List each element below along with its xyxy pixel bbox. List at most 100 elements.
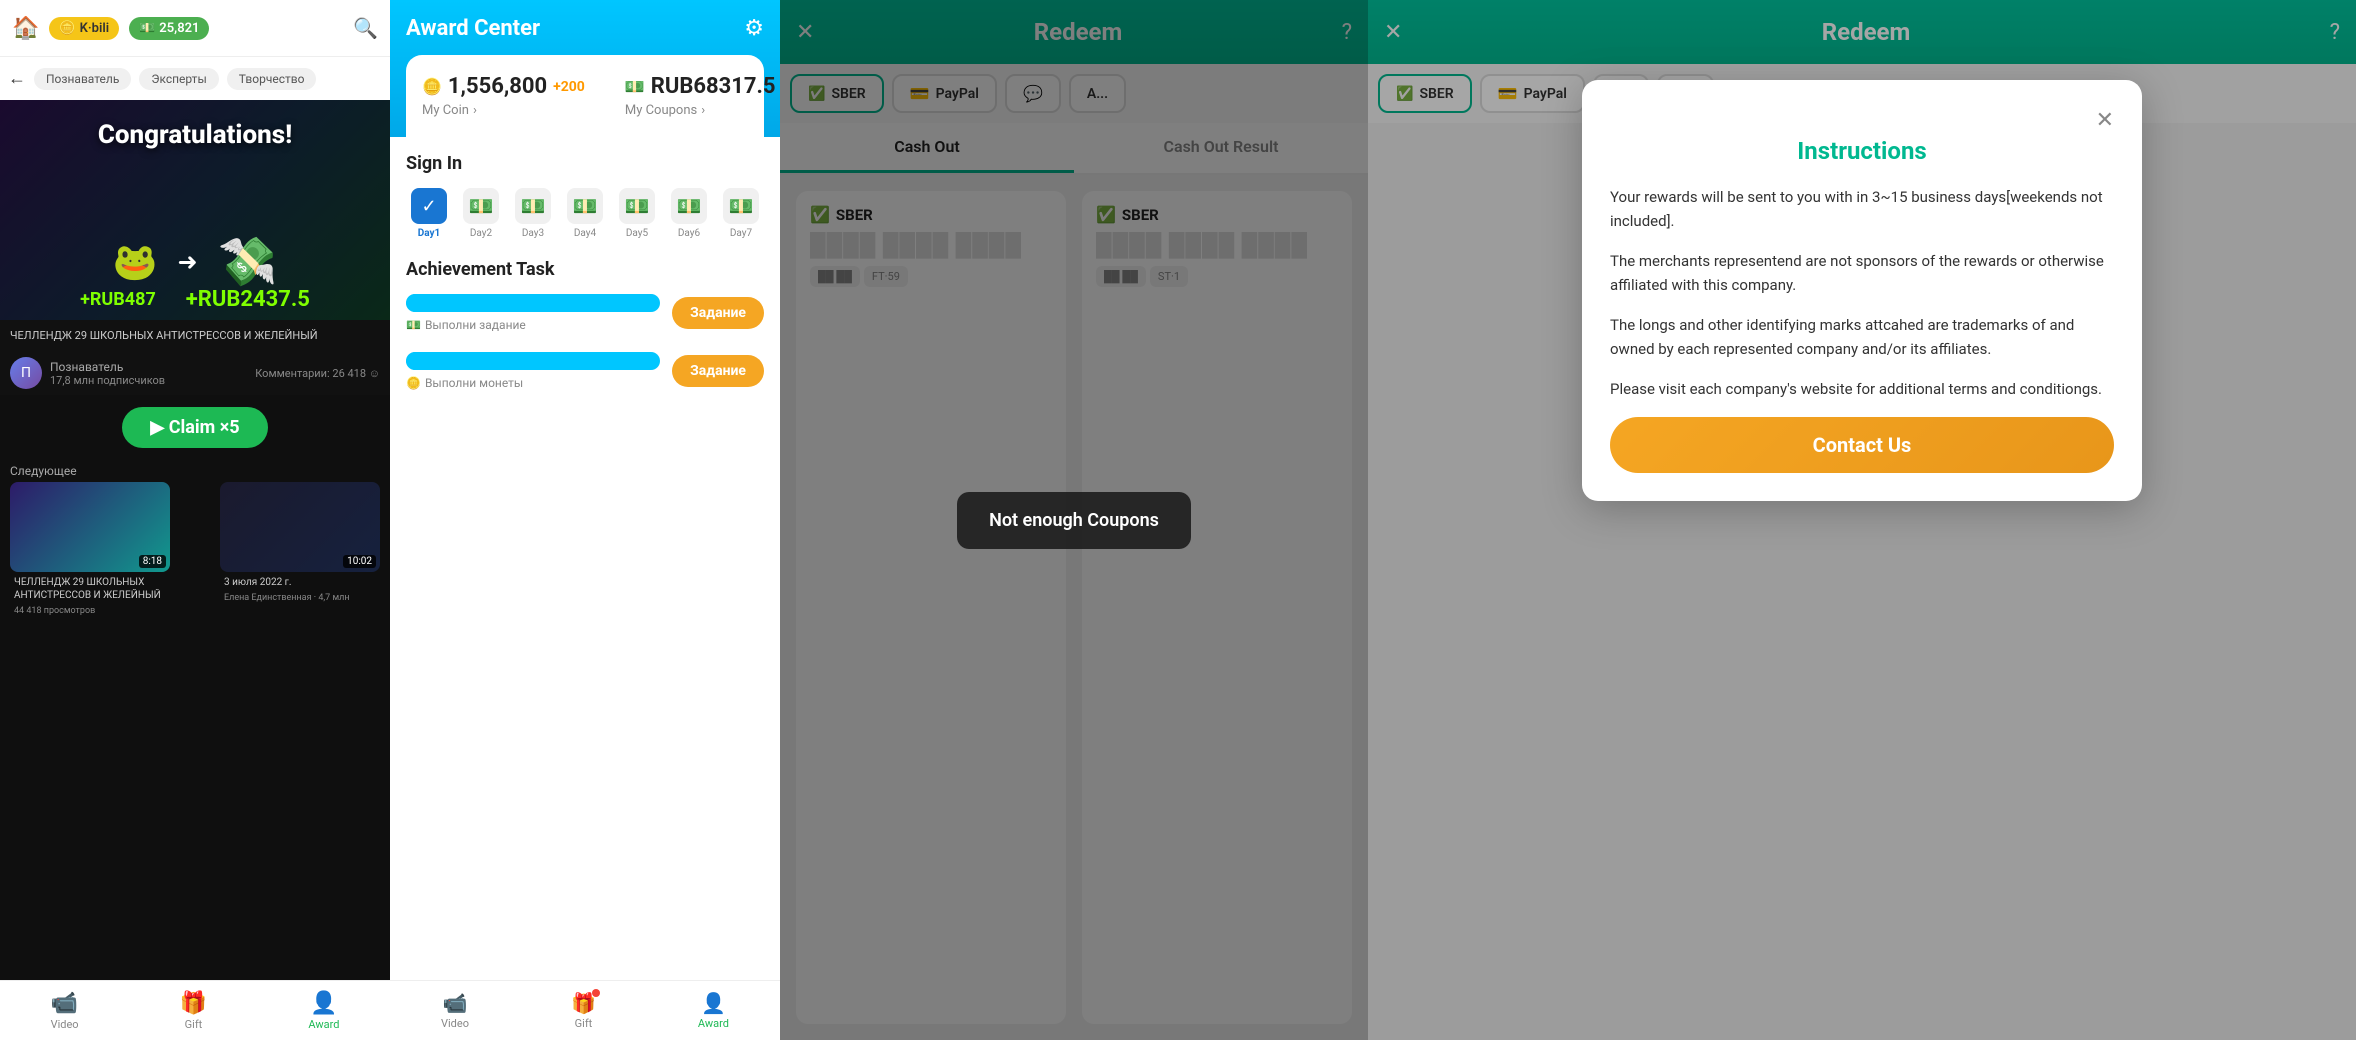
nav-pill-3[interactable]: Творчество [227, 68, 317, 90]
award-header: Award Center ⚙ 🪙 1,556,800 +200 My Coin … [390, 0, 780, 137]
arrow-icon: ➜ [177, 248, 197, 276]
congrats-text: Congratulations! [0, 120, 390, 150]
day-4-icon: 💵 [567, 188, 603, 224]
award-stats-card: 🪙 1,556,800 +200 My Coin › 💵 RUB68317.5 … [406, 55, 764, 137]
award-bottom-nav: 📹 Video 🎁 Gift 👤 Award [390, 980, 780, 1040]
not-enough-overlay: Not enough Coupons [780, 0, 1368, 1040]
achievement-title: Achievement Task [406, 259, 764, 280]
back-icon[interactable]: ← [8, 68, 26, 89]
instructions-popup: ✕ Instructions Your rewards will be sent… [1582, 80, 2142, 501]
thumbnail-2[interactable]: 10:02 [220, 482, 380, 572]
frog-icon: 🐸 [113, 241, 158, 283]
day-6-label: Day6 [678, 228, 700, 239]
task-1-icon: 💵 [406, 318, 421, 332]
instructions-title: Instructions [1610, 137, 2114, 165]
award-nav-video[interactable]: 📹 Video [441, 991, 469, 1030]
award-day-2[interactable]: 💵 Day2 [458, 188, 504, 239]
not-enough-message: Not enough Coupons [957, 492, 1191, 549]
cash-number: RUB68317.5 [651, 74, 776, 99]
reward-large: +RUB2437.5 [186, 287, 310, 312]
contact-us-button[interactable]: Contact Us [1610, 417, 2114, 473]
thumb-meta-2: Елена Единственная · 4,7 млн [220, 593, 380, 603]
thumbnail-row: 8:18 ЧЕЛЛЕНДЖ 29 ШКОЛЬНЫХ АНТИСТРЕССОВ И… [0, 482, 390, 616]
task-1-text: Выполни задание [425, 318, 526, 332]
day-4-label: Day4 [574, 228, 596, 239]
task-1-button[interactable]: Задание [672, 297, 764, 329]
video-title: ЧЕЛЛЕНДЖ 29 ШКОЛЬНЫХ АНТИСТРЕССОВ И ЖЕЛЕ… [0, 320, 390, 351]
award-title: Award Center [406, 16, 540, 41]
award-gift-label: Gift [575, 1017, 593, 1030]
instructions-close-icon[interactable]: ✕ [2096, 108, 2114, 133]
panel-redeem: ✕ Redeem ? ✅ SBER 💳 PayPal 💬 A... Cash O… [780, 0, 1368, 1040]
search-icon[interactable]: 🔍 [353, 16, 378, 40]
coin-supplement: +200 [553, 79, 585, 95]
coin-arrow-icon: › [473, 103, 477, 118]
day-2-icon: 💵 [463, 188, 499, 224]
nav-pill-1[interactable]: Познаватель [34, 68, 131, 90]
task-2-text: Выполни монеты [425, 376, 523, 390]
thumbnail-1[interactable]: 8:18 [10, 482, 170, 572]
award-nav-award[interactable]: 👤 Award [698, 991, 729, 1030]
bottom-nav: 📹 Video 🎁 Gift 👤 Award [0, 980, 390, 1040]
day-3-label: Day3 [522, 228, 544, 239]
channel-name: Познаватель [50, 360, 165, 374]
task-2-icon: 🪙 [406, 376, 421, 390]
cash-block: 💵 RUB68317.5 My Coupons › [625, 74, 776, 118]
instructions-paragraph-2: The merchants representend are not spons… [1610, 249, 2114, 297]
instructions-paragraph-4: Please visit each company's website for … [1610, 377, 2114, 401]
comments-count: Комментарии: 26 418 ☺ [255, 367, 380, 380]
task-1-bar [406, 294, 660, 312]
cash-row: 💵 RUB68317.5 [625, 74, 776, 99]
video-area: Congratulations! 🐸 ➜ 💸 +RUB487 +RUB2437.… [0, 100, 390, 320]
home-icon[interactable]: 🏠 [12, 16, 39, 41]
money-visual: 🐸 ➜ 💸 [0, 233, 390, 290]
instructions-close-row: ✕ [1610, 108, 2114, 133]
bottom-nav-award[interactable]: 👤 Award [308, 991, 339, 1031]
award-day-4[interactable]: 💵 Day4 [562, 188, 608, 239]
coin-label[interactable]: My Coin › [422, 103, 585, 118]
settings-icon[interactable]: ⚙ [744, 16, 764, 41]
task-2-left: 🪙 Выполни монеты [406, 352, 660, 390]
nav-pill-2[interactable]: Эксперты [139, 68, 218, 90]
duration-1: 8:18 [139, 555, 166, 568]
coin-block: 🪙 1,556,800 +200 My Coin › [422, 74, 585, 118]
award-nav-gift[interactable]: 🎁 Gift [571, 991, 596, 1030]
signin-title: Sign In [406, 153, 764, 174]
video-icon: 📹 [51, 991, 78, 1016]
gift-label: Gift [185, 1018, 203, 1031]
day-1-check: ✓ [421, 196, 436, 217]
days-row: ✓ Day1 💵 Day2 💵 Day3 💵 Day4 💵 Day5 💵 [406, 188, 764, 239]
claim-button[interactable]: ▶ Claim ×5 [122, 407, 267, 448]
achievement-task-1: 💵 Выполни задание Задание [406, 294, 764, 332]
award-day-5[interactable]: 💵 Day5 [614, 188, 660, 239]
award-award-label: Award [698, 1017, 729, 1030]
reward-small: +RUB487 [80, 289, 156, 310]
award-title-row: Award Center ⚙ [406, 16, 764, 41]
instructions-paragraph-3: The longs and other identifying marks at… [1610, 313, 2114, 361]
avatar: П [10, 357, 42, 389]
coin-number: 1,556,800 [448, 74, 547, 99]
award-day-3[interactable]: 💵 Day3 [510, 188, 556, 239]
task-2-desc: 🪙 Выполни монеты [406, 376, 660, 390]
award-label: Award [308, 1018, 339, 1031]
thumb-label-2: 3 июля 2022 г. [220, 572, 380, 593]
panel-youtube: 🏠 🪙 K·bili 💵 25,821 🔍 ← Познаватель Эксп… [0, 0, 390, 1040]
next-label: Следующее [0, 460, 390, 482]
task-2-button[interactable]: Задание [672, 355, 764, 387]
coin-badge: 🪙 K·bili [49, 17, 119, 40]
award-day-6[interactable]: 💵 Day6 [666, 188, 712, 239]
cash-amount: 25,821 [159, 21, 199, 36]
bottom-nav-gift[interactable]: 🎁 Gift [180, 991, 207, 1031]
instructions-paragraph-1: Your rewards will be sent to you with in… [1610, 185, 2114, 233]
cash-label[interactable]: My Coupons › [625, 103, 776, 118]
bottom-nav-video[interactable]: 📹 Video [51, 991, 79, 1031]
coin-icon: 🪙 [59, 21, 75, 36]
coin-emoji: 🪙 [422, 77, 442, 96]
day-1-label: Day1 [418, 228, 441, 239]
day-7-label: Day7 [730, 228, 752, 239]
award-video-label: Video [441, 1017, 469, 1030]
award-day-1[interactable]: ✓ Day1 [406, 188, 452, 239]
award-day-7[interactable]: 💵 Day7 [718, 188, 764, 239]
day-5-label: Day5 [626, 228, 648, 239]
video-label: Video [51, 1018, 79, 1031]
